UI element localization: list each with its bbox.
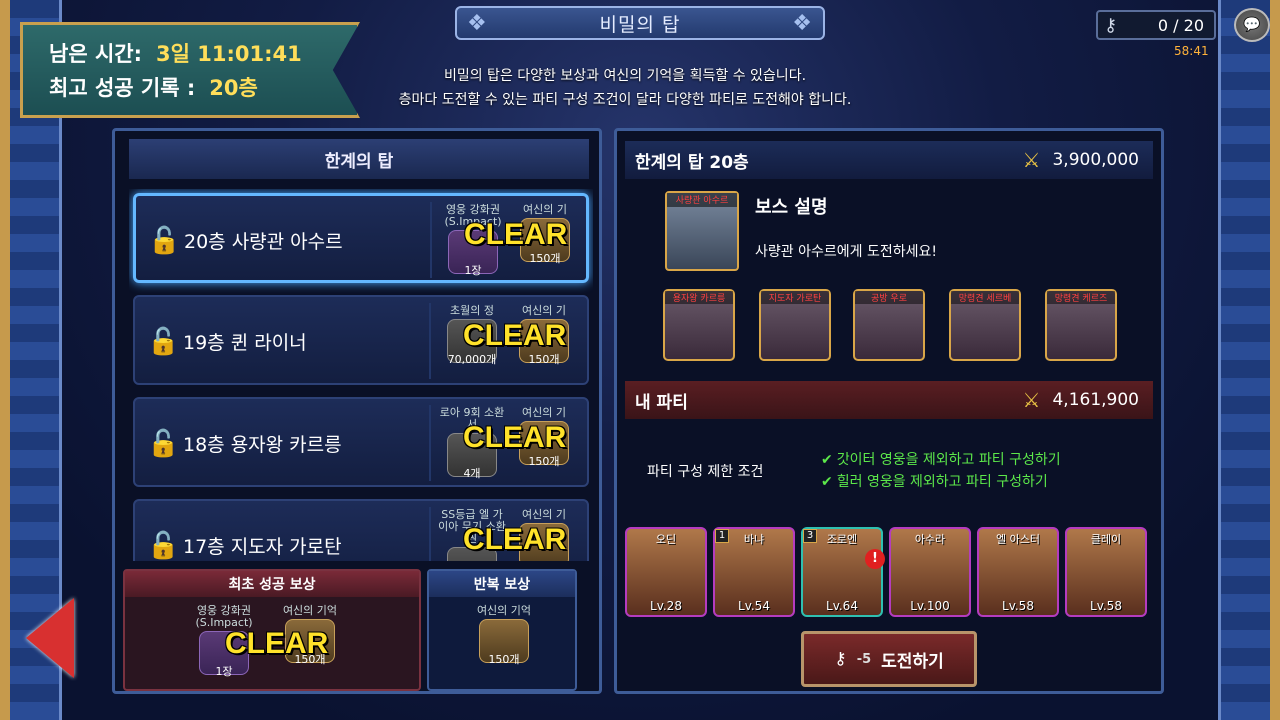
floor-item-18[interactable]: 🔓 18층 용자왕 카르릉 로아 9회 소환서 4개 여신의 기 150개 CLEA…: [133, 397, 589, 487]
floor-item-17[interactable]: 🔓 17층 지도자 가로탄 SS등급 엘 가이아 무기 소환권 여신의 기 CL…: [133, 499, 589, 561]
enemy-list: 용자왕 카르릉 지도자 가로탄 공방 우로 망령견 세르베 망령견 케르즈: [663, 289, 1123, 363]
remaining-time-value: 3일 11:01:41: [156, 42, 302, 66]
crossed-swords-icon: ⚔: [1022, 148, 1041, 172]
page-title: 비밀의 탑: [455, 6, 825, 40]
best-record-value: 20층: [209, 76, 258, 100]
check-icon: ✔: [821, 452, 833, 468]
key-icon: ⚷: [834, 649, 847, 669]
unlock-icon: 🔓: [148, 226, 181, 256]
condition-label: 파티 구성 제한 조건: [647, 464, 764, 480]
floor-item-20[interactable]: 🔓 20층 사량관 아수르 영웅 강화권 (S.Impact) 1장 여신의 기1…: [133, 193, 589, 283]
enemy-portrait[interactable]: 용자왕 카르릉: [663, 289, 735, 361]
chat-button[interactable]: 💬: [1234, 8, 1270, 42]
boss-description: 사량관 아수르에게 도전하세요!: [755, 244, 937, 260]
reward-item: 여신의 기억 150개: [476, 604, 532, 667]
check-icon: ✔: [821, 474, 833, 490]
unlock-icon: 🔓: [147, 531, 180, 561]
unlock-icon: 🔓: [147, 327, 180, 357]
clear-stamp: CLEAR: [225, 627, 329, 660]
tower-description: 비밀의 탑은 다양한 보상과 여신의 기억을 획득할 수 있습니다. 층마다 도…: [398, 68, 852, 108]
frame-right: [1218, 0, 1280, 720]
floor-detail-panel: 한계의 탑 20층 ⚔ 3,900,000 사량관 아수르 보스 설명 사량관 아…: [614, 128, 1164, 694]
clear-stamp: CLEAR: [463, 421, 567, 454]
first-clear-reward: 최초 성공 보상 영웅 강화권 (S.Impact) 1장 여신의 기억 150개 …: [123, 569, 421, 691]
best-record-label: 최고 성공 기록 :: [49, 76, 196, 100]
unlock-icon: 🔓: [147, 429, 180, 459]
repeat-reward: 반복 보상 여신의 기억 150개: [427, 569, 577, 691]
party-heroes: 오딘 Lv.28 1 바냐 Lv.54 3 조로엔! Lv.64 아수라 Lv.100 엘 …: [625, 527, 1155, 619]
hero-card[interactable]: 클레이 Lv.58: [1065, 527, 1147, 617]
key-timer: 58:41: [1174, 44, 1209, 58]
enemy-portrait[interactable]: 망령견 세르베: [949, 289, 1021, 361]
hero-card[interactable]: 오딘 Lv.28: [625, 527, 707, 617]
remaining-time-label: 남은 시간:: [49, 42, 142, 66]
party-header: 내 파티 ⚔ 4,161,900: [625, 381, 1153, 419]
chat-icon: 💬: [1243, 17, 1261, 33]
floor-header: 한계의 탑 20층 ⚔ 3,900,000: [625, 141, 1153, 179]
boss-title: 보스 설명: [755, 197, 828, 218]
enemy-portrait[interactable]: 지도자 가로탄: [759, 289, 831, 361]
crossed-swords-icon: ⚔: [1022, 388, 1041, 412]
enemy-portrait[interactable]: 망령견 케르즈: [1045, 289, 1117, 361]
floor-item-19[interactable]: 🔓 19층 퀸 라이너 초월의 정 70,000개 여신의 기 150개 CLEAR: [133, 295, 589, 385]
clear-stamp: CLEAR: [464, 218, 568, 251]
key-counter: ⚷ 0 / 20: [1096, 10, 1216, 40]
clear-stamp: CLEAR: [463, 523, 567, 556]
floor-list-panel: 한계의 탑 🔓 20층 사량관 아수르 영웅 강화권 (S.Impact) 1장 …: [112, 128, 602, 694]
hero-card[interactable]: 아수라 Lv.100: [889, 527, 971, 617]
hero-card[interactable]: 엘 아스터 Lv.58: [977, 527, 1059, 617]
time-banner: 남은 시간: 3일 11:01:41 최고 성공 기록 : 20층: [20, 22, 360, 118]
key-icon: ⚷: [1104, 15, 1118, 36]
key-count: 0 / 20: [1157, 15, 1204, 35]
hero-card[interactable]: 1 바냐 Lv.54: [713, 527, 795, 617]
tower-name: 한계의 탑: [129, 139, 589, 179]
enemy-portrait[interactable]: 공방 우로: [853, 289, 925, 361]
warning-icon: !: [865, 549, 885, 569]
hero-card[interactable]: 3 조로엔! Lv.64: [801, 527, 885, 617]
tower-screen: { "header": {"title": "비밀의 탑"}, "timer":…: [0, 0, 1280, 720]
challenge-button[interactable]: ⚷ -5 도전하기: [801, 631, 977, 687]
clear-stamp: CLEAR: [463, 319, 567, 352]
floor-list[interactable]: 🔓 20층 사량관 아수르 영웅 강화권 (S.Impact) 1장 여신의 기1…: [129, 189, 593, 561]
back-arrow-icon[interactable]: [26, 598, 74, 678]
boss-name-tag: 사량관 아수르: [667, 193, 737, 207]
condition-list: ✔ 갓이터 영웅을 제외하고 파티 구성하기 ✔ 힐러 영웅을 제외하고 파티 구성…: [821, 452, 1061, 490]
